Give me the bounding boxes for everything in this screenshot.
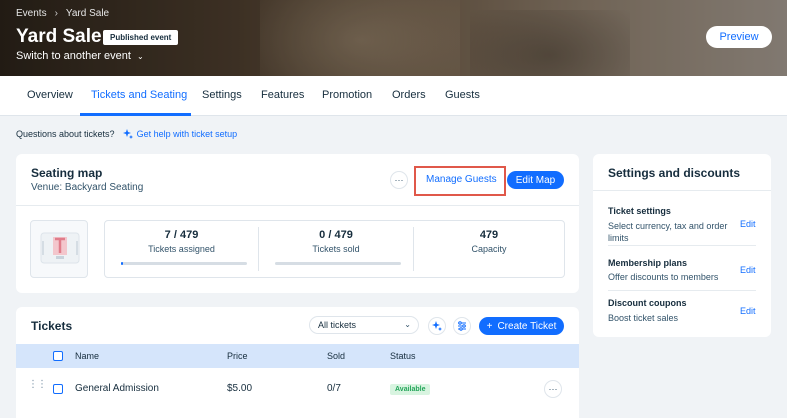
- tab-tickets-and-seating[interactable]: Tickets and Seating: [91, 89, 187, 101]
- chevron-down-icon: ⌄: [404, 320, 411, 329]
- membership-plans-edit-link[interactable]: Edit: [740, 265, 756, 275]
- column-price[interactable]: Price: [227, 351, 248, 361]
- tickets-sold-progress: [275, 262, 401, 265]
- stat-value: 0 / 479: [319, 229, 353, 241]
- sliders-icon: [458, 321, 466, 331]
- column-sold[interactable]: Sold: [327, 351, 345, 361]
- discount-coupons-title: Discount coupons: [608, 298, 687, 308]
- ticket-sold: 0/7: [327, 383, 341, 394]
- switch-event-label: Switch to another event: [16, 50, 131, 62]
- drag-handle-icon[interactable]: ⋮⋮: [28, 380, 47, 390]
- stat-label: Tickets assigned: [148, 244, 215, 254]
- stat-label: Tickets sold: [312, 244, 360, 254]
- column-status[interactable]: Status: [390, 351, 416, 361]
- membership-plans-title: Membership plans: [608, 258, 688, 268]
- chevron-right-icon: ›: [54, 8, 58, 19]
- preview-button[interactable]: Preview: [706, 26, 772, 48]
- tickets-card: Tickets All tickets ⌄ + Create Ticket Na…: [16, 307, 579, 418]
- switch-event-dropdown[interactable]: Switch to another event ⌄: [16, 50, 144, 62]
- breadcrumb: Events › Yard Sale: [16, 8, 109, 19]
- chevron-down-icon: ⌄: [136, 51, 144, 61]
- status-badge: Published event: [103, 30, 179, 45]
- tab-settings[interactable]: Settings: [202, 89, 242, 101]
- settings-discounts-card: Settings and discounts Ticket settings S…: [593, 154, 771, 337]
- progress-fill: [121, 262, 123, 265]
- settings-title: Settings and discounts: [608, 166, 741, 180]
- discount-coupons-desc: Boost ticket sales: [608, 313, 679, 323]
- tab-guests[interactable]: Guests: [445, 89, 480, 101]
- filter-value: All tickets: [318, 320, 357, 330]
- seating-stats: 7 / 479 Tickets assigned 0 / 479 Tickets…: [104, 220, 565, 278]
- select-all-checkbox[interactable]: [53, 351, 63, 361]
- seating-map-title: Seating map: [31, 166, 103, 180]
- tickets-table-header: Name Price Sold Status: [16, 344, 579, 368]
- sparkle-icon: [122, 129, 133, 139]
- tickets-filter-dropdown[interactable]: All tickets ⌄: [309, 316, 419, 334]
- event-header: Events › Yard Sale Yard Sale Published e…: [0, 0, 787, 76]
- stat-capacity: 479 Capacity: [414, 221, 564, 277]
- more-options-button[interactable]: ···: [390, 171, 408, 189]
- stat-label: Capacity: [471, 244, 507, 254]
- sparkle-icon: [432, 321, 442, 331]
- divider: [16, 205, 579, 206]
- ticket-settings-edit-link[interactable]: Edit: [740, 219, 756, 229]
- edit-map-button[interactable]: Edit Map: [507, 171, 564, 189]
- stat-value: 7 / 479: [164, 229, 199, 241]
- ellipsis-icon: ···: [394, 175, 404, 185]
- tab-orders[interactable]: Orders: [392, 89, 426, 101]
- ticket-settings-title: Ticket settings: [608, 206, 671, 216]
- breadcrumb-current: Yard Sale: [65, 8, 110, 19]
- seating-map-thumbnail[interactable]: [30, 220, 88, 278]
- seating-map-card: Seating map Venue: Backyard Seating ··· …: [16, 154, 579, 293]
- breadcrumb-events[interactable]: Events: [16, 8, 47, 19]
- page-title: Yard Sale: [16, 26, 102, 47]
- ticket-price: $5.00: [227, 383, 253, 394]
- tab-promotion[interactable]: Promotion: [322, 89, 372, 101]
- ai-assist-button[interactable]: [428, 317, 446, 335]
- status-badge: Available: [390, 384, 431, 395]
- help-question: Questions about tickets?: [16, 129, 115, 139]
- divider: [608, 245, 756, 246]
- help-link[interactable]: Get help with ticket setup: [122, 129, 238, 139]
- divider: [608, 290, 756, 291]
- help-link-label: Get help with ticket setup: [136, 129, 238, 139]
- ticket-name: General Admission: [75, 383, 159, 394]
- divider: [593, 190, 771, 191]
- tab-overview[interactable]: Overview: [27, 89, 73, 101]
- plus-icon: +: [486, 320, 493, 332]
- column-name[interactable]: Name: [75, 351, 99, 361]
- tab-features[interactable]: Features: [261, 89, 304, 101]
- stat-value: 479: [479, 229, 499, 241]
- row-more-button[interactable]: ···: [544, 380, 562, 398]
- manage-guests-link[interactable]: Manage Guests: [426, 174, 497, 185]
- settings-sliders-button[interactable]: [453, 317, 471, 335]
- membership-plans-desc: Offer discounts to members: [608, 272, 719, 282]
- active-tab-indicator: [80, 113, 191, 116]
- discount-coupons-edit-link[interactable]: Edit: [740, 306, 756, 316]
- tab-bar: Overview Tickets and Seating Settings Fe…: [0, 76, 787, 116]
- ticket-settings-desc: Select currency, tax and order limits: [608, 221, 728, 243]
- tickets-title: Tickets: [31, 319, 73, 333]
- row-checkbox[interactable]: [53, 384, 63, 394]
- seating-venue: Venue: Backyard Seating: [31, 182, 144, 193]
- stat-tickets-assigned: 7 / 479 Tickets assigned: [105, 221, 258, 277]
- tickets-assigned-progress: [121, 262, 247, 265]
- help-row: Questions about tickets? Get help with t…: [16, 129, 237, 139]
- create-ticket-button[interactable]: + Create Ticket: [479, 317, 564, 335]
- map-preview-icon: [40, 232, 80, 264]
- create-ticket-label: Create Ticket: [497, 320, 557, 332]
- stat-tickets-sold: 0 / 479 Tickets sold: [259, 221, 413, 277]
- ellipsis-icon: ···: [548, 384, 558, 394]
